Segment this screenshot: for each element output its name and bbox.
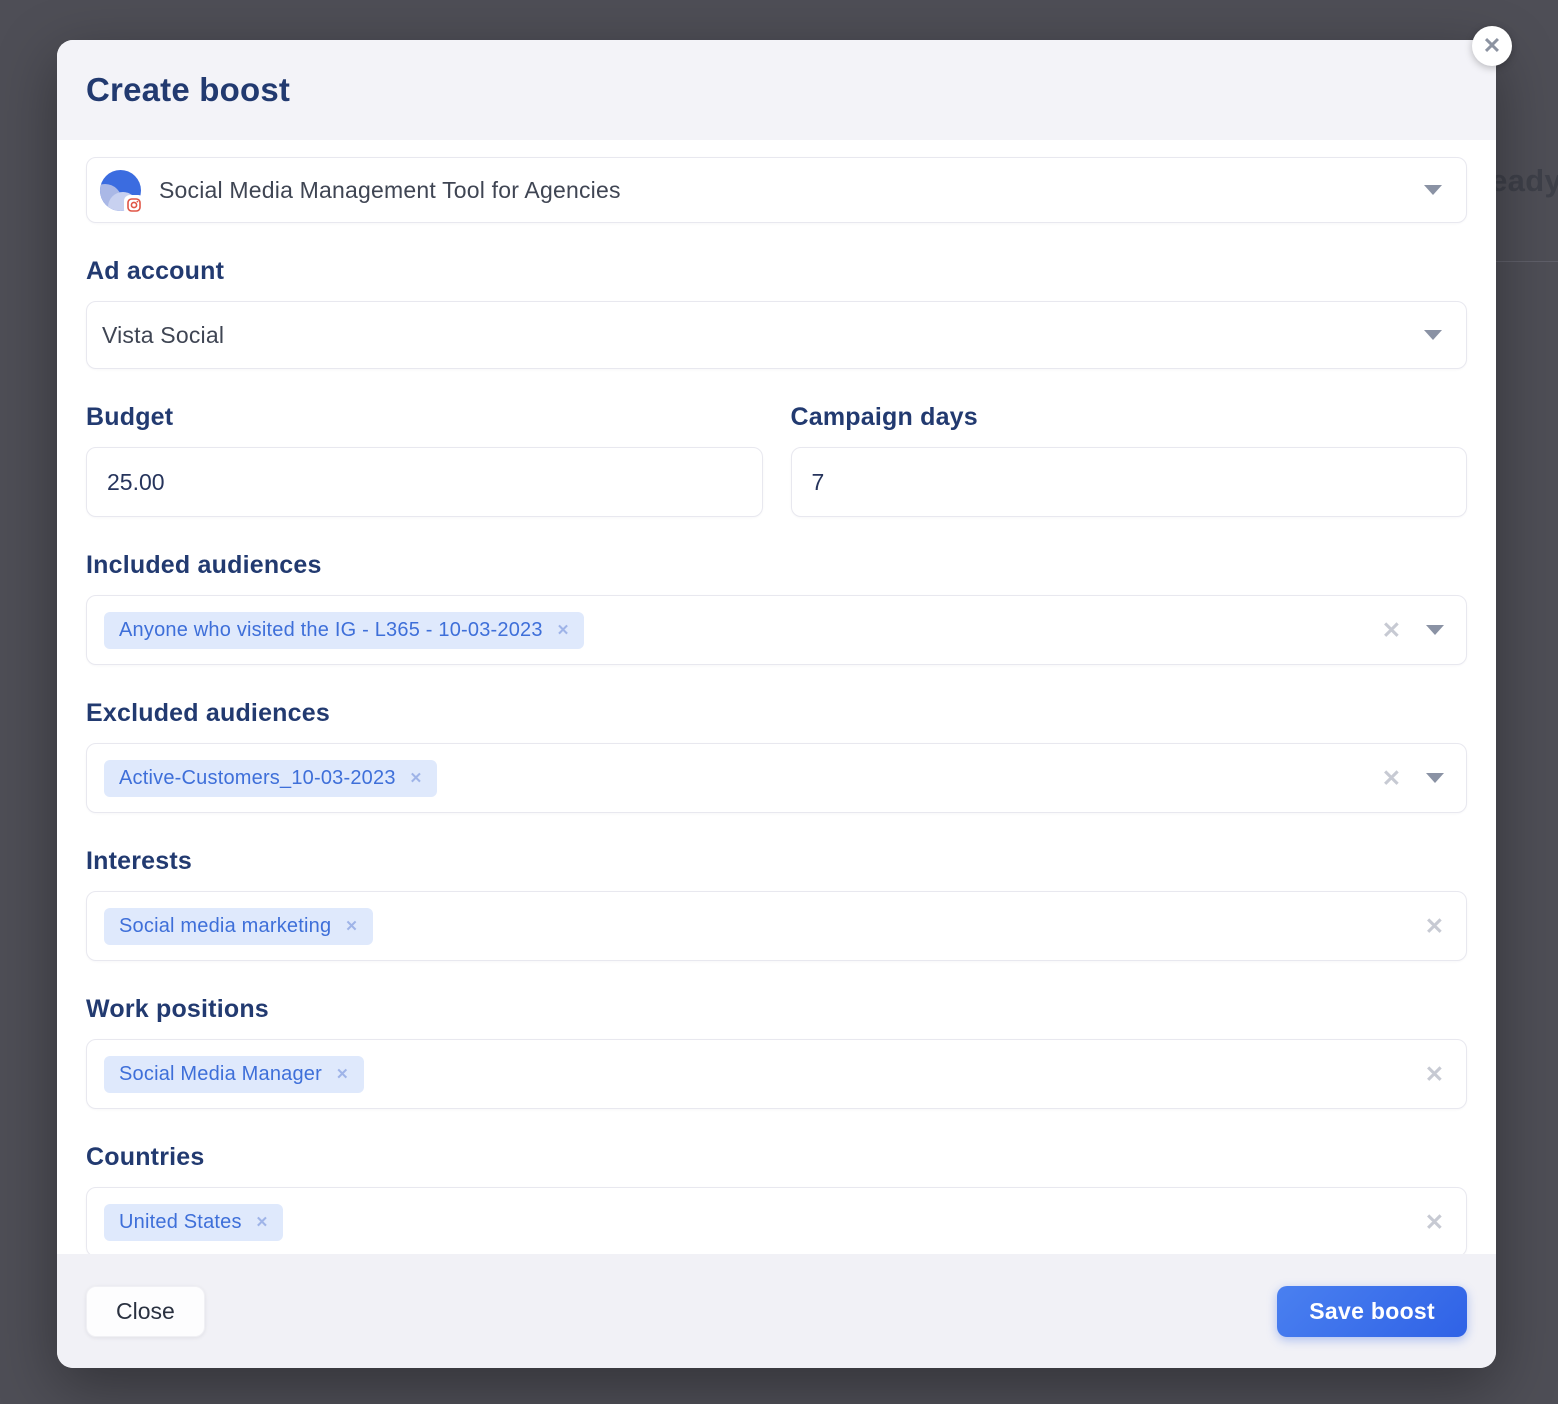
work-position-tag: Social Media Manager ✕ <box>104 1056 364 1093</box>
page-title: Create boost <box>86 71 290 109</box>
clear-field-icon[interactable]: ✕ <box>1425 915 1444 938</box>
interest-tag: Social media marketing ✕ <box>104 908 373 945</box>
clear-field-icon[interactable]: ✕ <box>1382 619 1401 642</box>
audience-tag-label: Anyone who visited the IG - L365 - 10-03… <box>119 619 543 642</box>
audience-tag: Anyone who visited the IG - L365 - 10-03… <box>104 612 584 649</box>
tag-remove-icon[interactable]: ✕ <box>345 917 358 935</box>
tag-remove-icon[interactable]: ✕ <box>256 1213 269 1231</box>
product-select[interactable]: Social Media Management Tool for Agencie… <box>86 157 1467 223</box>
ad-account-value: Vista Social <box>102 322 1424 349</box>
campaign-days-input[interactable] <box>812 469 1447 496</box>
ad-account-select[interactable]: Vista Social <box>86 301 1467 369</box>
ad-account-label: Ad account <box>86 257 1467 286</box>
instagram-icon <box>124 195 144 215</box>
work-positions-select[interactable]: Social Media Manager ✕ ✕ <box>86 1039 1467 1109</box>
modal-footer: Close Save boost <box>57 1254 1496 1368</box>
included-audiences-label: Included audiences <box>86 551 1467 580</box>
dimmed-background-divider <box>1496 261 1558 262</box>
tag-remove-icon[interactable]: ✕ <box>557 621 570 639</box>
modal-header: Create boost <box>57 40 1496 140</box>
chevron-down-icon[interactable] <box>1426 625 1444 635</box>
close-icon[interactable]: ✕ <box>1472 26 1512 66</box>
work-positions-label: Work positions <box>86 995 1467 1024</box>
included-audiences-select[interactable]: Anyone who visited the IG - L365 - 10-03… <box>86 595 1467 665</box>
country-tag-label: United States <box>119 1211 242 1234</box>
budget-field-shell <box>86 447 763 517</box>
work-position-tag-label: Social Media Manager <box>119 1063 322 1086</box>
country-tag: United States ✕ <box>104 1204 283 1241</box>
campaign-days-field-shell <box>791 447 1468 517</box>
countries-select[interactable]: United States ✕ ✕ <box>86 1187 1467 1257</box>
chevron-down-icon[interactable] <box>1424 330 1442 340</box>
budget-label: Budget <box>86 403 763 432</box>
countries-label: Countries <box>86 1143 1467 1172</box>
close-button[interactable]: Close <box>86 1286 205 1337</box>
save-boost-button[interactable]: Save boost <box>1277 1286 1467 1337</box>
clear-field-icon[interactable]: ✕ <box>1382 767 1401 790</box>
excluded-audiences-label: Excluded audiences <box>86 699 1467 728</box>
create-boost-modal: ✕ Create boost Social Media Managem <box>57 40 1496 1368</box>
chevron-down-icon[interactable] <box>1424 185 1442 195</box>
clear-field-icon[interactable]: ✕ <box>1425 1211 1444 1234</box>
audience-tag: Active-Customers_10-03-2023 ✕ <box>104 760 437 797</box>
dimmed-background-text: eady <box>1490 163 1558 199</box>
avatar <box>100 170 141 211</box>
excluded-audiences-select[interactable]: Active-Customers_10-03-2023 ✕ ✕ <box>86 743 1467 813</box>
tag-remove-icon[interactable]: ✕ <box>336 1065 349 1083</box>
audience-tag-label: Active-Customers_10-03-2023 <box>119 767 396 790</box>
interests-label: Interests <box>86 847 1467 876</box>
clear-field-icon[interactable]: ✕ <box>1425 1063 1444 1086</box>
product-select-value: Social Media Management Tool for Agencie… <box>159 177 1424 204</box>
budget-input[interactable] <box>107 469 742 496</box>
interest-tag-label: Social media marketing <box>119 915 331 938</box>
interests-select[interactable]: Social media marketing ✕ ✕ <box>86 891 1467 961</box>
campaign-days-label: Campaign days <box>791 403 1468 432</box>
tag-remove-icon[interactable]: ✕ <box>410 769 423 787</box>
chevron-down-icon[interactable] <box>1426 773 1444 783</box>
